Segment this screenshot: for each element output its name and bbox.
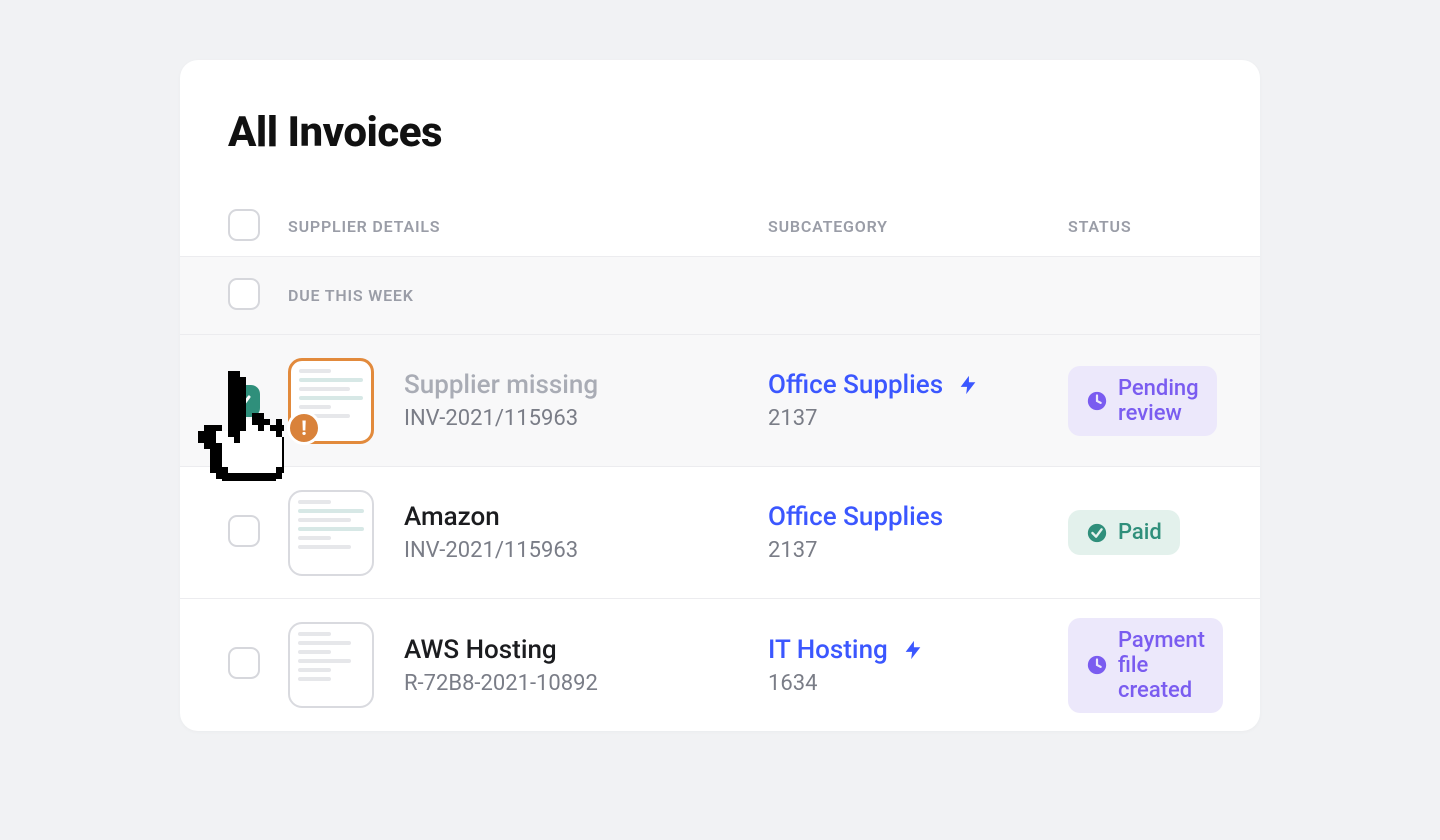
table-row[interactable]: AWS Hosting R-72B8-2021-10892 IT Hosting… <box>180 599 1260 731</box>
subcategory-link[interactable]: Office Supplies <box>768 502 943 532</box>
row-checkbox[interactable] <box>228 647 260 679</box>
lightning-icon <box>957 374 979 396</box>
clock-icon <box>1086 390 1108 412</box>
status-badge: Pending review <box>1068 366 1217 436</box>
row-checkbox[interactable] <box>228 515 260 547</box>
row-checkbox[interactable] <box>228 385 260 417</box>
supplier-name: Amazon <box>404 502 578 532</box>
supplier-name: AWS Hosting <box>404 635 598 665</box>
table-row[interactable]: Amazon INV-2021/115963 Office Supplies 2… <box>180 467 1260 599</box>
invoice-ref: R-72B8-2021-10892 <box>404 671 598 696</box>
check-circle-icon <box>1086 522 1108 544</box>
invoice-thumbnail[interactable] <box>288 622 374 708</box>
status-badge: Paid <box>1068 510 1180 555</box>
status-label: Payment file created <box>1118 628 1205 703</box>
table-header: Supplier details Subcategory Status <box>180 197 1260 257</box>
column-status: Status <box>1068 217 1212 236</box>
column-subcategory: Subcategory <box>768 217 1068 236</box>
lightning-icon <box>902 639 924 661</box>
invoice-thumbnail[interactable]: ! <box>288 358 374 444</box>
column-supplier: Supplier details <box>288 217 768 236</box>
invoice-thumbnail[interactable] <box>288 490 374 576</box>
group-header: Due this week <box>180 257 1260 335</box>
subcategory-code: 2137 <box>768 406 1068 431</box>
subcategory-code: 2137 <box>768 538 1068 563</box>
select-group-checkbox[interactable] <box>228 278 260 310</box>
status-label: Paid <box>1118 520 1162 545</box>
page-title: All Invoices <box>180 108 1260 197</box>
subcategory-code: 1634 <box>768 671 1068 696</box>
subcategory-link[interactable]: IT Hosting <box>768 635 888 665</box>
group-label: Due this week <box>288 286 768 305</box>
invoice-ref: INV-2021/115963 <box>404 538 578 563</box>
supplier-name: Supplier missing <box>404 370 598 400</box>
select-all-checkbox[interactable] <box>228 209 260 241</box>
invoice-ref: INV-2021/115963 <box>404 406 598 431</box>
status-badge: Payment file created <box>1068 618 1223 713</box>
subcategory-link[interactable]: Office Supplies <box>768 370 943 400</box>
invoices-panel: All Invoices Supplier details Subcategor… <box>180 60 1260 731</box>
table-row[interactable]: ! Supplier missing INV-2021/115963 Offic… <box>180 335 1260 467</box>
status-label: Pending review <box>1118 376 1199 426</box>
alert-icon: ! <box>287 411 321 445</box>
clock-icon <box>1086 654 1108 676</box>
